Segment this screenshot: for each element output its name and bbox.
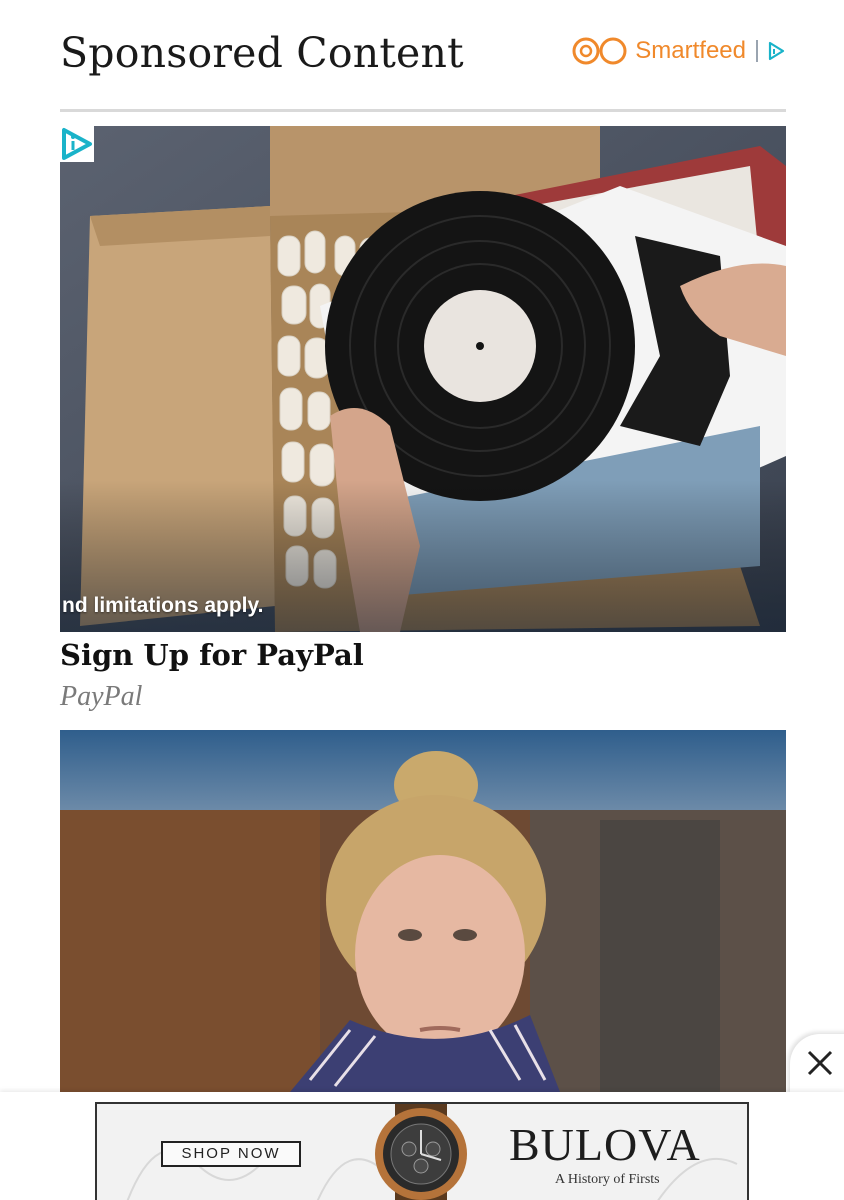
ad-info-icon [62,128,92,160]
card-image-caption: nd limitations apply. [62,594,264,617]
bulova-logo-text: BULOVA [509,1119,701,1170]
header-divider [60,109,786,112]
close-icon [807,1050,833,1076]
adchoices-icon[interactable] [766,41,786,61]
card-image-woman[interactable] [60,730,786,1092]
bulova-tagline: A History of Firsts [555,1172,660,1187]
close-button[interactable] [805,1048,835,1078]
section-title: Sponsored Content [60,29,464,77]
card-image-record[interactable] [60,126,786,632]
shop-now-button[interactable]: SHOP NOW [161,1141,301,1167]
widget-header: Sponsored Content Smartfeed [60,28,786,78]
ad-info-badge[interactable] [60,126,94,162]
card-title[interactable]: Sign Up for PayPal [60,638,364,672]
smartfeed-logo-icon [572,37,627,65]
card-source: PayPal [60,681,143,712]
smartfeed-brand[interactable]: Smartfeed [571,36,786,66]
brand-divider [756,40,758,62]
bulova-banner-ad[interactable]: SHOP NOW BULOVA A History of Firsts [95,1102,749,1200]
smartfeed-label: Smartfeed [635,37,746,64]
